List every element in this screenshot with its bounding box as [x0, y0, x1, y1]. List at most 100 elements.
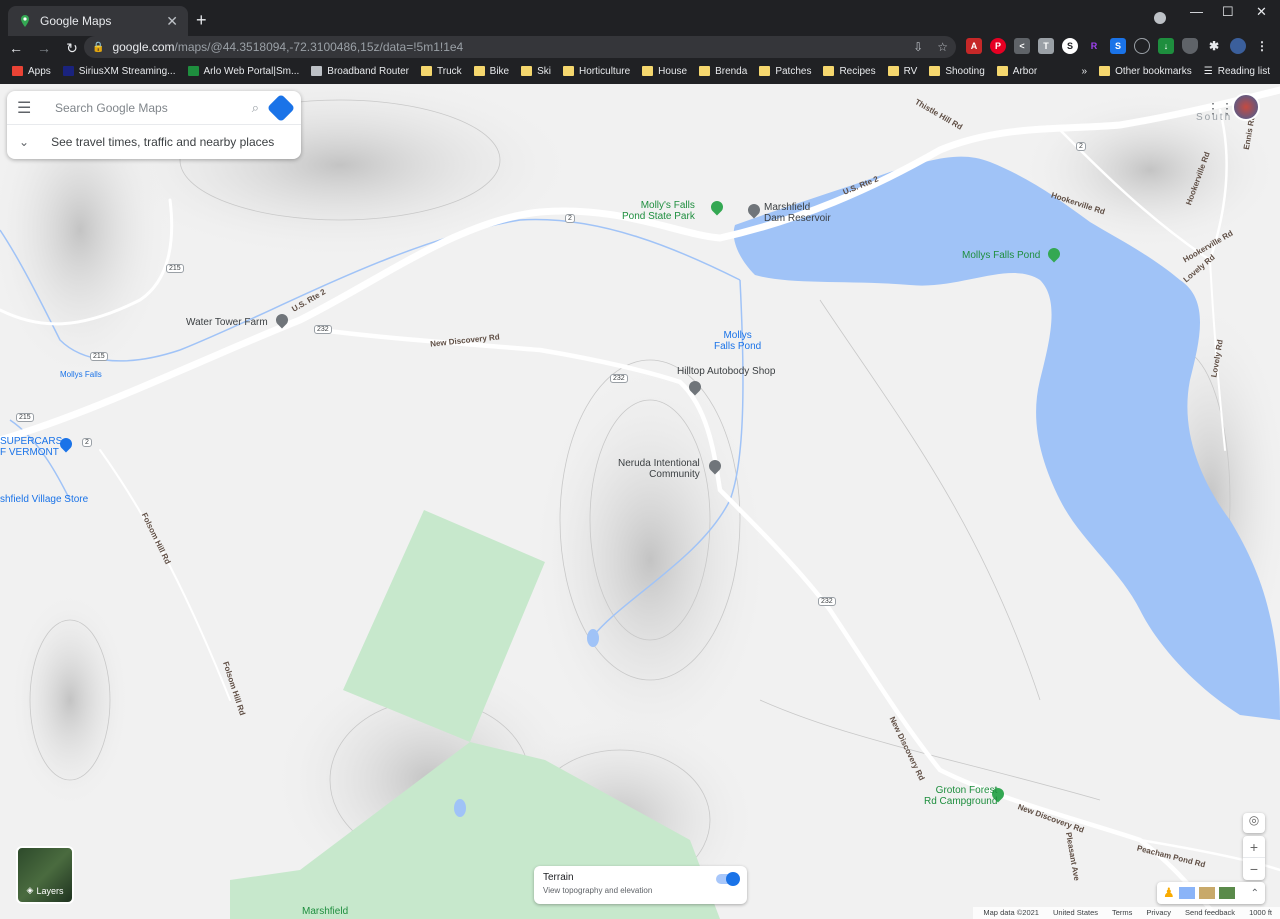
lock-icon: 🔒 — [92, 41, 105, 53]
back-arrow-icon[interactable]: ← — [4, 40, 28, 56]
layers-button[interactable]: ◈ Layers — [16, 846, 74, 904]
download-extension-icon[interactable]: ↓ — [1158, 38, 1174, 54]
more-bookmarks-button[interactable]: » — [1082, 66, 1088, 77]
close-window-button[interactable]: ✕ — [1256, 4, 1267, 20]
minimize-button[interactable]: — — [1190, 4, 1203, 19]
terms-link[interactable]: Terms — [1112, 908, 1132, 919]
village-store-label[interactable]: shfield Village Store — [0, 494, 88, 505]
folder-icon — [563, 66, 575, 76]
country-link[interactable]: United States — [1053, 908, 1098, 919]
ridge-shade — [530, 360, 770, 760]
tab-google-maps[interactable]: Google Maps ✕ — [8, 6, 188, 36]
supercars-label[interactable]: SUPERCARS F VERMONT — [0, 436, 62, 458]
grammar-extension-icon[interactable]: T — [1038, 38, 1054, 54]
imagery-strip: ♟ ⌃ — [1157, 882, 1265, 904]
account-avatar[interactable] — [1232, 93, 1260, 121]
skype-extension-icon[interactable]: S — [1110, 38, 1126, 54]
forward-arrow-icon[interactable]: → — [32, 40, 56, 56]
bookmark-item[interactable]: Truck — [421, 66, 462, 77]
hamburger-menu-icon[interactable]: ☰ — [17, 98, 41, 118]
pinterest-extension-icon[interactable]: P — [990, 38, 1006, 54]
neruda-label[interactable]: Neruda Intentional Community — [618, 458, 700, 480]
map-data-text: Map data ©2021 — [983, 908, 1039, 917]
pegman-icon[interactable]: ♟ — [1163, 885, 1175, 901]
state-park-label[interactable]: Molly's Falls Pond State Park — [622, 200, 695, 222]
adblock-extension-icon[interactable]: A — [966, 38, 982, 54]
expand-imagery-icon[interactable]: ⌃ — [1251, 888, 1259, 899]
shield-extension-icon[interactable] — [1182, 38, 1198, 54]
directions-icon[interactable] — [266, 93, 296, 122]
bookmark-item[interactable]: Arbor — [996, 65, 1038, 77]
puzzle-extensions-icon[interactable]: ✱ — [1206, 38, 1222, 54]
new-tab-button[interactable]: + — [196, 10, 207, 31]
imagery-thumb[interactable] — [1198, 887, 1215, 899]
chrome-menu-icon[interactable]: ⋮ — [1254, 38, 1270, 54]
tab-close-icon[interactable]: ✕ — [166, 13, 178, 30]
zoom-out-button[interactable]: − — [1243, 858, 1265, 880]
bookmark-item[interactable]: Shooting — [929, 65, 985, 77]
rte-215-shield: 215 — [166, 264, 184, 273]
imagery-thumb[interactable] — [1218, 887, 1235, 899]
rte-232-shield: 232 — [314, 325, 332, 334]
rte-232-shield: 232 — [610, 374, 628, 383]
bookmark-item[interactable]: Bike — [473, 65, 510, 77]
bookmark-item[interactable]: SiriusXM Streaming... — [62, 66, 176, 77]
profile-dropdown-icon[interactable] — [1154, 12, 1166, 24]
bookmark-item[interactable]: Horticulture — [563, 66, 630, 77]
rte-2-shield: 2 — [565, 214, 575, 223]
bookmark-item[interactable]: Patches — [759, 66, 811, 77]
bookmark-label: Recipes — [839, 65, 876, 77]
bookmark-label: Shooting — [945, 65, 985, 77]
terrain-toggle-switch[interactable] — [716, 872, 740, 886]
other-bookmarks-button[interactable]: Other bookmarks — [1099, 66, 1192, 77]
terrain-subtitle: View topography and elevation — [543, 886, 653, 895]
groton-campground-label[interactable]: Groton Forest Rd Campground — [924, 785, 997, 807]
rte-215-shield: 215 — [90, 352, 108, 361]
bookmark-label: Bike — [489, 65, 510, 77]
water-tower-farm-label[interactable]: Water Tower Farm — [186, 317, 268, 328]
small-pond — [454, 799, 466, 817]
send-feedback-link[interactable]: Send feedback — [1185, 908, 1235, 919]
bookmark-label: Arbor — [1012, 65, 1038, 77]
bookmark-item[interactable]: Ski — [521, 66, 551, 77]
chevron-down-icon: ⌄ — [19, 135, 30, 149]
bookmark-item[interactable]: Apps — [12, 66, 51, 77]
search-icon[interactable]: ⌕ — [252, 100, 259, 116]
install-app-icon[interactable]: ⇩ — [913, 40, 923, 54]
reading-list-button[interactable]: ☰ Reading list — [1204, 66, 1270, 77]
terrain-toggle-card[interactable]: Terrain View topography and elevation — [534, 866, 747, 904]
bookmark-item[interactable]: Brenda — [699, 66, 747, 77]
extensions-bar: A P < T S R S ↓ ✱ ⋮ — [966, 38, 1270, 54]
bookmark-item[interactable]: Recipes — [823, 65, 876, 77]
hilltop-autobody-label[interactable]: Hilltop Autobody Shop — [677, 366, 775, 377]
privacy-link[interactable]: Privacy — [1146, 908, 1171, 919]
loop-extension-icon[interactable] — [1134, 38, 1150, 54]
search-panel: ☰ ⌕ ⌄ See travel times, traffic and near… — [7, 91, 301, 159]
scale-bar[interactable]: 1000 ft — [1249, 908, 1272, 919]
bookmark-label: Arlo Web Portal|Sm... — [203, 65, 300, 77]
bookmark-favicon-icon — [12, 66, 23, 76]
bookmark-item[interactable]: House — [642, 66, 687, 77]
mollys-falls-pond-label[interactable]: Mollys Falls Pond — [962, 250, 1040, 261]
r-extension-icon[interactable]: R — [1086, 38, 1102, 54]
bookmark-star-icon[interactable]: ☆ — [937, 40, 948, 54]
s-extension-icon[interactable]: S — [1062, 38, 1078, 54]
travel-times-button[interactable]: ⌄ See travel times, traffic and nearby p… — [7, 125, 301, 159]
search-input[interactable] — [55, 100, 252, 115]
bookmark-item[interactable]: Broadband Router — [311, 66, 409, 77]
reload-icon[interactable]: ↻ — [60, 40, 84, 57]
folder-icon — [699, 66, 711, 76]
bookmark-item[interactable]: RV — [887, 66, 917, 77]
map-canvas[interactable]: 2 2 2 215 215 215 232 232 232 Molly's Fa… — [0, 84, 1280, 919]
my-location-icon[interactable]: ◎ — [1243, 813, 1265, 833]
bookmark-item[interactable]: Arlo Web Portal|Sm... — [187, 65, 300, 77]
zoom-in-button[interactable]: + — [1243, 836, 1265, 858]
dam-reservoir-label[interactable]: Marshfield Dam Reservoir — [764, 202, 831, 224]
maximize-button[interactable]: ☐ — [1222, 4, 1234, 20]
share-extension-icon[interactable]: < — [1014, 38, 1030, 54]
address-bar[interactable]: 🔒 google.com /maps/@44.3518094,-72.31004… — [84, 36, 956, 58]
folder-icon — [929, 66, 941, 76]
folder-icon — [1099, 66, 1111, 76]
profile-avatar-icon[interactable] — [1230, 38, 1246, 54]
imagery-thumb[interactable] — [1178, 887, 1195, 899]
